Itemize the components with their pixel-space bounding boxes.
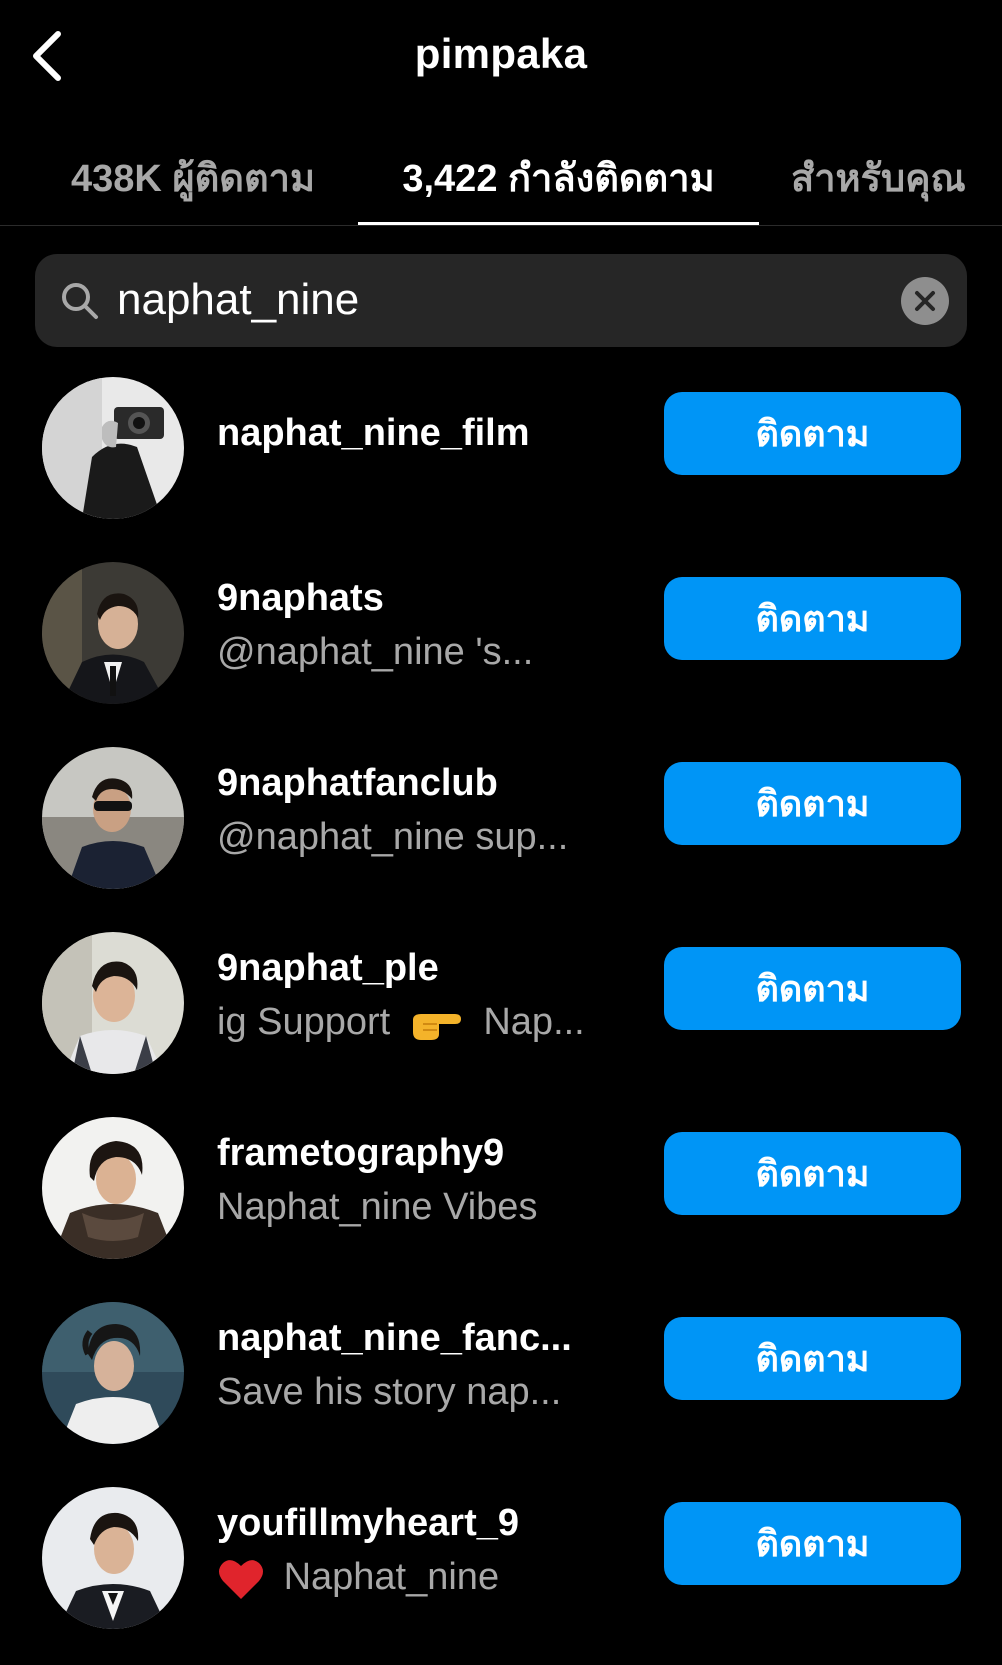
username[interactable]: naphat_nine_fanc... [217,1317,572,1360]
red-heart-icon [219,1560,263,1599]
username[interactable]: 9naphats [217,577,384,620]
list-item[interactable]: naphat_nine_fanc... Save his story nap..… [0,1295,1002,1480]
page-title: pimpaka [414,30,588,77]
tab-followers[interactable]: 438K ผู้ติดตาม [38,130,348,225]
username[interactable]: frametography9 [217,1132,504,1175]
follow-button[interactable]: ติดตาม [664,1317,961,1400]
clear-icon [915,291,935,311]
username[interactable]: 9naphatfanclub [217,762,498,805]
avatar[interactable] [42,1302,184,1444]
username[interactable]: naphat_nine_film [217,412,530,455]
follow-button[interactable]: ติดตาม [664,392,961,475]
header: pimpaka [0,0,1002,112]
search-icon [62,283,98,319]
list-item[interactable]: 9naphatfanclub @naphat_nine sup... ติดตา… [0,740,1002,925]
pointing-right-hand-icon [412,1013,461,1040]
search-bar [35,254,967,347]
list-item[interactable]: 9naphats @naphat_nine 's... ติดตาม [0,555,1002,740]
search-input[interactable] [117,264,877,336]
follow-button[interactable]: ติดตาม [664,947,961,1030]
avatar[interactable] [42,747,184,889]
follow-button[interactable]: ติดตาม [664,577,961,660]
avatar[interactable] [42,1487,184,1629]
list-item[interactable]: frametography9 Naphat_nine Vibes ติดตาม [0,1110,1002,1295]
clear-search-button[interactable] [901,277,949,325]
tab-bar: 438K ผู้ติดตาม 3,422 กำลังติดตาม สำหรับค… [0,130,1002,226]
bio-text-suffix: Nap... [483,1001,585,1043]
list-item[interactable]: youfillmyheart_9 Naphat_nine ติดตาม [0,1480,1002,1665]
avatar[interactable] [42,1117,184,1259]
username[interactable]: 9naphat_ple [217,947,439,990]
username[interactable]: youfillmyheart_9 [217,1502,519,1545]
user-bio: Save his story nap... [217,1371,562,1413]
list-item[interactable]: 9naphat_ple ig Support Nap... ติดตาม [0,925,1002,1110]
user-bio: Naphat_nine Vibes [217,1186,538,1228]
bio-text: Naphat_nine [283,1556,500,1598]
user-bio: @naphat_nine 's... [217,631,534,673]
avatar[interactable] [42,377,184,519]
user-bio: @naphat_nine sup... [217,816,569,858]
follow-button[interactable]: ติดตาม [664,1132,961,1215]
avatar[interactable] [42,562,184,704]
list-item[interactable]: naphat_nine_film ติดตาม [0,370,1002,555]
follow-button[interactable]: ติดตาม [664,762,961,845]
active-tab-indicator [358,222,759,225]
follow-button[interactable]: ติดตาม [664,1502,961,1585]
avatar[interactable] [42,932,184,1074]
tab-following[interactable]: 3,422 กำลังติดตาม [358,130,759,225]
tab-for-you[interactable]: สำหรับคุณ [775,130,1002,225]
user-bio: Naphat_nine [217,1556,499,1601]
bio-text: ig Support [217,1001,391,1043]
user-bio: ig Support Nap... [217,1001,585,1044]
